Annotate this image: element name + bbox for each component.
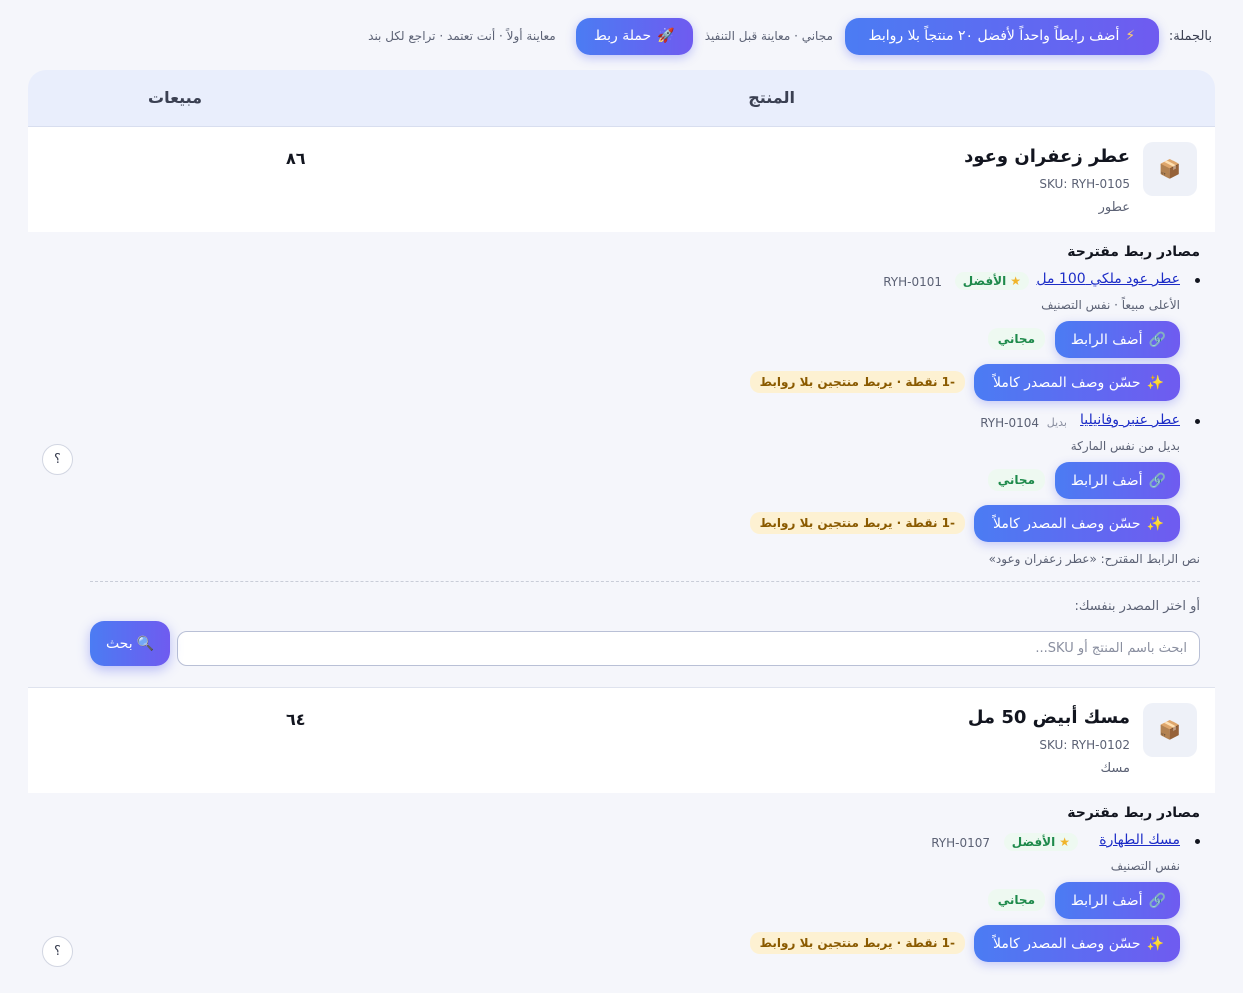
product-name: مسك أبيض 50 مل [967,707,1130,728]
bulk-label: بالجملة: [1168,28,1212,44]
add-link-label: أضف الرابط [1070,892,1143,909]
search-button-label: بحث [105,635,133,652]
suggestions-title: مصادر ربط مقترحة [1067,805,1200,821]
suggested-source-sku: RYH-0101 [883,275,942,289]
product-sales: ٦٤ [286,710,306,729]
add-link-button[interactable]: 🔗 أضف الرابط [1055,882,1180,919]
list-bullet [1195,839,1200,844]
sparkles-icon: ✨ [1146,515,1164,532]
products-table: المنتج مبيعات 📦 عطر زعفران وعود SKU: RYH… [28,70,1215,993]
add-link-label: أضف الرابط [1070,331,1143,348]
bulk-add-links-button[interactable]: ⚡ أضف رابطاً واحداً لأفضل ٢٠ منتجاً بلا … [844,17,1159,55]
product-name: عطر زعفران وعود [964,146,1130,167]
pick-source-label: أو اختر المصدر بنفسك: [1074,599,1200,614]
help-button[interactable]: ؟ [42,444,73,475]
points-cost-badge: -1 نقطة · يربط منتجين بلا روابط [749,371,965,393]
free-badge: مجاني [987,328,1045,350]
free-badge: مجاني [987,889,1045,911]
enhance-description-label: حسّن وصف المصدر كاملاً [992,935,1141,952]
bulk-add-links-label: أضف رابطاً واحداً لأفضل ٢٠ منتجاً بلا رو… [868,28,1120,44]
table-header: المنتج مبيعات [28,70,1215,127]
help-button[interactable]: ؟ [42,936,73,967]
suggestion-reason: بديل من نفس الماركة [1070,439,1180,453]
link-icon: 🔗 [1148,331,1166,348]
suggested-source-link[interactable]: عطر عود ملكي 100 مل [1036,271,1180,287]
list-bullet [1195,278,1200,283]
table-row: 📦 مسك أبيض 50 مل SKU: RYH-0102 مسك ٦٤ [28,688,1215,793]
package-icon: 📦 [1143,703,1197,757]
product-sales: ٨٦ [286,149,306,168]
enhance-description-button[interactable]: ✨ حسّن وصف المصدر كاملاً [974,505,1180,542]
column-header-sales: مبيعات [148,88,203,107]
enhance-description-button[interactable]: ✨ حسّن وصف المصدر كاملاً [974,925,1180,962]
suggestions-title: مصادر ربط مقترحة [1067,244,1200,260]
free-badge: مجاني [987,469,1045,491]
link-icon: 🔗 [1148,472,1166,489]
star-icon: ★ [1010,274,1021,288]
column-header-product: المنتج [748,88,795,107]
package-icon: 📦 [1143,142,1197,196]
points-cost-badge: -1 نقطة · يربط منتجين بلا روابط [749,932,965,954]
sparkles-icon: ✨ [1146,935,1164,952]
enhance-description-button[interactable]: ✨ حسّن وصف المصدر كاملاً [974,364,1180,401]
campaign-note: معاينة أولاً · أنت تعتمد · تراجع لكل بند [368,29,556,43]
add-link-label: أضف الرابط [1070,472,1143,489]
product-sku: SKU: RYH-0105 [1039,177,1130,191]
best-badge-label: الأفضل [1011,835,1056,849]
divider [90,581,1200,582]
campaign-label: حملة ربط [593,28,652,44]
points-cost-badge: -1 نقطة · يربط منتجين بلا روابط [749,512,965,534]
product-category: مسك [1100,761,1130,776]
product-category: عطور [1098,200,1130,215]
list-bullet [1195,419,1200,424]
source-search-input[interactable]: ابحث باسم المنتج أو SKU... [177,631,1200,666]
enhance-description-label: حسّن وصف المصدر كاملاً [992,515,1141,532]
star-icon: ★ [1059,835,1070,849]
search-button[interactable]: 🔍 بحث [90,621,170,666]
best-badge-label: الأفضل [962,274,1007,288]
bulk-toolbar: بالجملة: ⚡ أضف رابطاً واحداً لأفضل ٢٠ من… [356,17,1212,55]
add-link-button[interactable]: 🔗 أضف الرابط [1055,321,1180,358]
suggestion-reason: الأعلى مبيعاً · نفس التصنيف [1041,298,1180,312]
suggested-anchor-text: نص الرابط المقترح: «عطر زعفران وعود» [988,552,1200,566]
link-icon: 🔗 [1148,892,1166,909]
suggested-source-link[interactable]: مسك الطهارة [1099,832,1180,848]
magnifier-icon: 🔍 [136,635,155,652]
best-badge: ★ الأفضل [954,272,1029,290]
sparkles-icon: ✨ [1146,374,1164,391]
best-badge: ★ الأفضل [1003,833,1078,851]
add-link-button[interactable]: 🔗 أضف الرابط [1055,462,1180,499]
suggested-source-link[interactable]: عطر عنبر وفانيليا [1080,412,1180,428]
suggestion-reason: نفس التصنيف [1110,859,1180,873]
suggested-source-sku: RYH-0107 [931,836,990,850]
rocket-icon: 🚀 [657,28,675,44]
enhance-description-label: حسّن وصف المصدر كاملاً [992,374,1141,391]
alternative-label: بديل [1046,416,1067,429]
product-sku: SKU: RYH-0102 [1039,738,1130,752]
suggested-source-sku: RYH-0104 [980,416,1039,430]
link-suggestions-panel: مصادر ربط مقترحة عطر عود ملكي 100 مل ★ ا… [28,232,1215,688]
bulk-note: مجاني · معاينة قبل التنفيذ [704,29,833,43]
link-suggestions-panel: مصادر ربط مقترحة مسك الطهارة ★ الأفضل RY… [28,793,1215,993]
campaign-button[interactable]: 🚀 حملة ربط [575,17,693,55]
table-row: 📦 عطر زعفران وعود SKU: RYH-0105 عطور ٨٦ [28,127,1215,232]
lightning-icon: ⚡ [1125,28,1136,44]
